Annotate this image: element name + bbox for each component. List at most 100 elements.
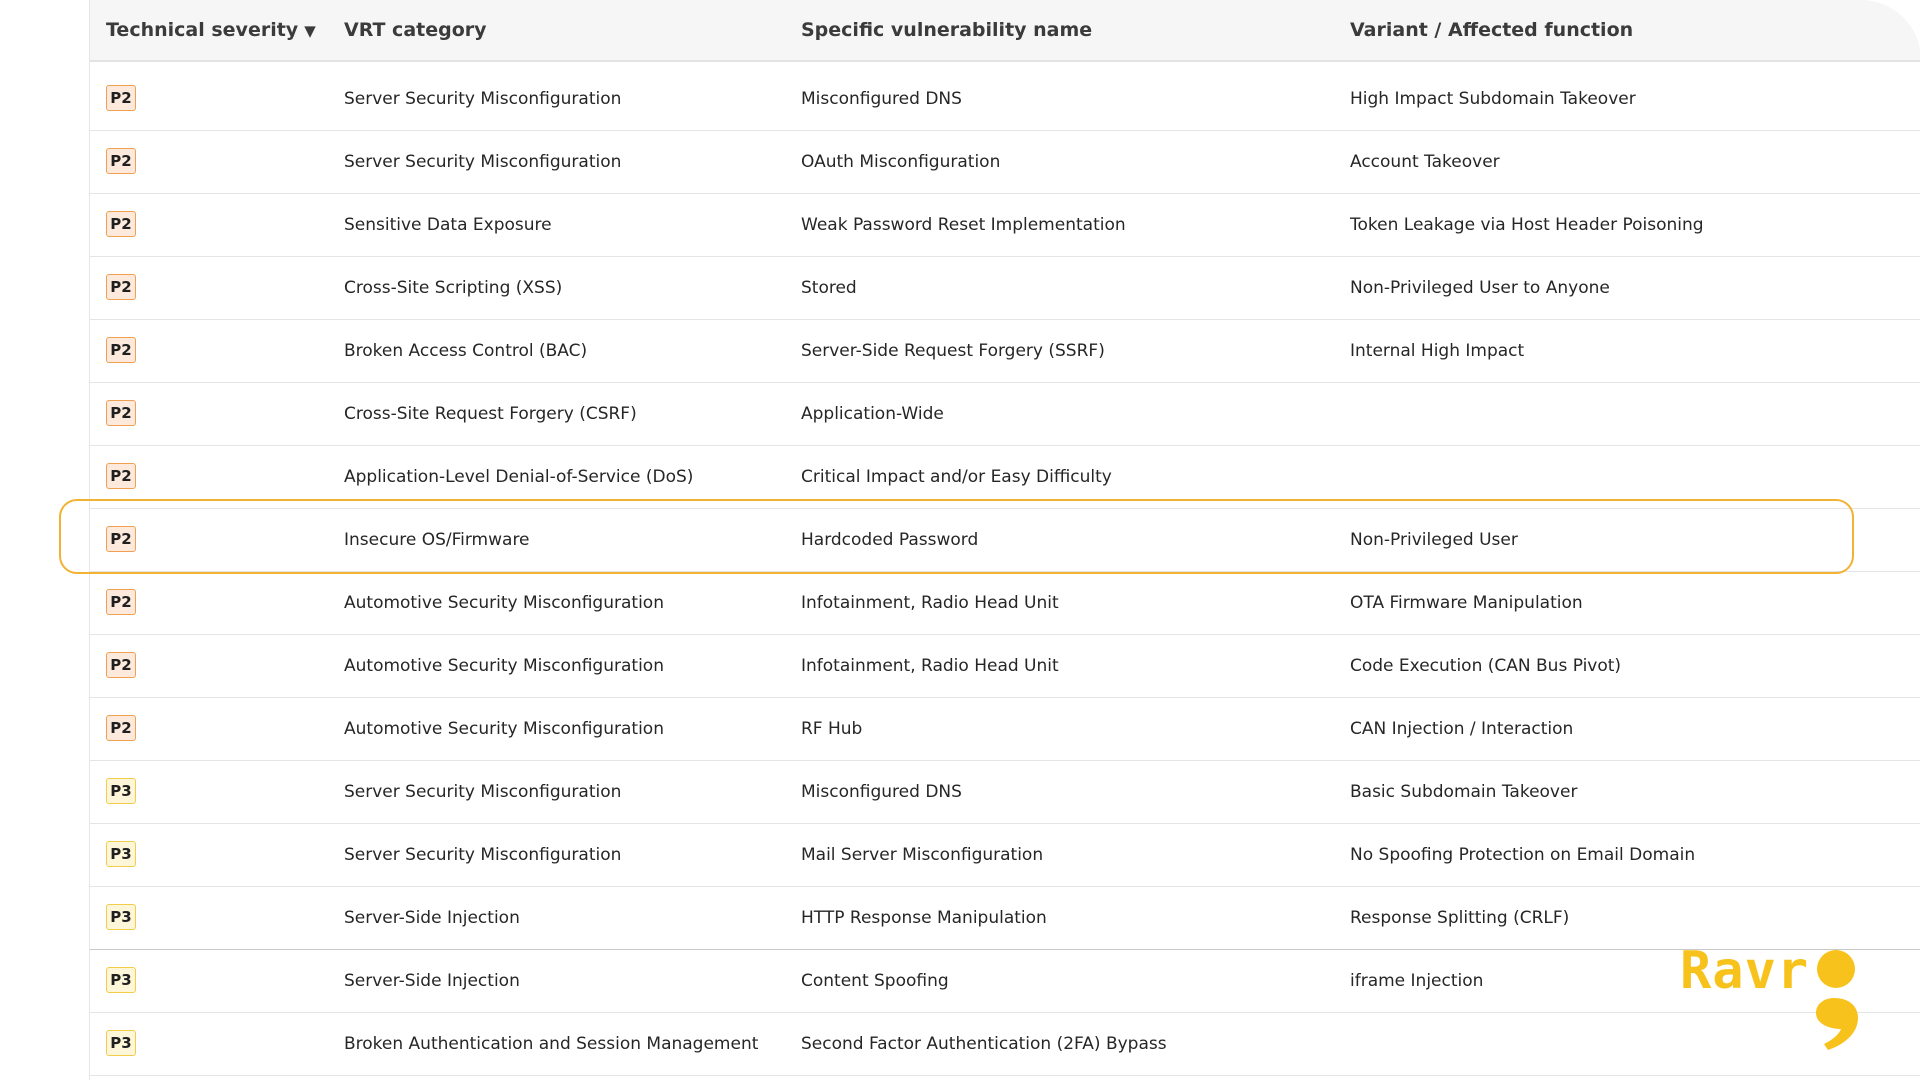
table-row[interactable]: P2 Server Security Misconfiguration OAuth … [90, 131, 1920, 194]
ravro-logo: Ravr [1680, 942, 1870, 1052]
variant-cell: Non-Privileged User to Anyone [1350, 278, 1610, 298]
logo-text: Ravr [1680, 941, 1810, 1001]
table-row[interactable]: P3 Server Security Misconfiguration Miscon… [90, 761, 1920, 824]
severity-cell: P2 [106, 383, 136, 445]
table-body: P2 Server Security Misconfiguration Miscon… [90, 68, 1920, 1076]
severity-badge: P2 [106, 588, 136, 615]
table-row[interactable]: P2 Cross-Site Scripting (XSS) Stored Non-Pr… [90, 257, 1920, 320]
severity-badge: P2 [106, 462, 136, 489]
variant-cell: Internal High Impact [1350, 341, 1525, 361]
severity-cell: P3 [106, 824, 136, 886]
severity-cell: P3 [106, 950, 136, 1012]
vulnerability-name-cell: Critical Impact and/or Easy Difficulty [801, 467, 1112, 487]
category-cell: Broken Authentication and Session Manage… [344, 1034, 759, 1054]
severity-cell: P2 [106, 194, 136, 256]
table-row[interactable]: P3 Server-Side Injection Content Spoofing i… [90, 950, 1920, 1013]
table-row[interactable]: P2 Broken Access Control (BAC) Server-Side… [90, 320, 1920, 383]
category-cell: Application-Level Denial-of-Service (DoS… [344, 467, 694, 487]
severity-badge: P3 [106, 777, 136, 804]
variant-cell: Token Leakage via Host Header Poisoning [1350, 215, 1704, 235]
vulnerability-name-cell: Misconfigured DNS [801, 782, 962, 802]
header-severity-label: Technical severity [106, 19, 299, 41]
severity-badge: P2 [106, 651, 136, 678]
variant-cell: Response Splitting (CRLF) [1350, 908, 1570, 928]
severity-badge: P2 [106, 399, 136, 426]
variant-cell: CAN Injection / Interaction [1350, 719, 1574, 739]
severity-badge: P2 [106, 84, 136, 111]
vulnerability-name-cell: Second Factor Authentication (2FA) Bypas… [801, 1034, 1167, 1054]
variant-cell: High Impact Subdomain Takeover [1350, 89, 1636, 109]
category-cell: Cross-Site Scripting (XSS) [344, 278, 563, 298]
category-cell: Server-Side Injection [344, 908, 520, 928]
severity-badge: P2 [106, 336, 136, 363]
variant-cell: Account Takeover [1350, 152, 1500, 172]
table-row[interactable]: P2 Server Security Misconfiguration Miscon… [90, 68, 1920, 131]
category-cell: Server Security Misconfiguration [344, 152, 622, 172]
severity-badge: P2 [106, 273, 136, 300]
table-row[interactable]: P2 Automotive Security Misconfiguration In… [90, 635, 1920, 698]
table-row[interactable]: P3 Server Security Misconfiguration Mail S… [90, 824, 1920, 887]
severity-badge: P3 [106, 840, 136, 867]
vulnerability-name-cell: HTTP Response Manipulation [801, 908, 1047, 928]
vulnerability-name-cell: Stored [801, 278, 857, 298]
vulnerability-name-cell: Infotainment, Radio Head Unit [801, 656, 1059, 676]
severity-cell: P2 [106, 68, 136, 130]
table-row[interactable]: P2 Automotive Security Misconfiguration RF… [90, 698, 1920, 761]
severity-cell: P2 [106, 320, 136, 382]
severity-cell: P2 [106, 131, 136, 193]
category-cell: Sensitive Data Exposure [344, 215, 552, 235]
table-row[interactable]: P2 Cross-Site Request Forgery (CSRF) Appli… [90, 383, 1920, 446]
category-cell: Cross-Site Request Forgery (CSRF) [344, 404, 637, 424]
severity-badge: P2 [106, 210, 136, 237]
vulnerability-name-cell: Infotainment, Radio Head Unit [801, 593, 1059, 613]
severity-cell: P2 [106, 698, 136, 760]
table-row[interactable]: P2 Insecure OS/Firmware Hardcoded Password… [90, 509, 1920, 572]
severity-cell: P3 [106, 887, 136, 949]
severity-badge: P3 [106, 1029, 136, 1056]
category-cell: Server Security Misconfiguration [344, 782, 622, 802]
severity-badge: P3 [106, 966, 136, 993]
severity-badge: P3 [106, 903, 136, 930]
category-cell: Insecure OS/Firmware [344, 530, 530, 550]
table-row[interactable]: P2 Sensitive Data Exposure Weak Password R… [90, 194, 1920, 257]
header-category[interactable]: VRT category [344, 0, 487, 60]
logo-comma-icon [1816, 998, 1858, 1050]
vulnerability-name-cell: RF Hub [801, 719, 863, 739]
variant-cell: iframe Injection [1350, 971, 1484, 991]
category-cell: Broken Access Control (BAC) [344, 341, 588, 361]
category-cell: Automotive Security Misconfiguration [344, 656, 664, 676]
severity-cell: P2 [106, 446, 136, 508]
table-row[interactable]: P2 Application-Level Denial-of-Service (D… [90, 446, 1920, 509]
vulnerability-name-cell: Hardcoded Password [801, 530, 979, 550]
table-row[interactable]: P3 Broken Authentication and Session Mana… [90, 1013, 1920, 1076]
vulnerability-name-cell: Misconfigured DNS [801, 89, 962, 109]
severity-cell: P2 [106, 509, 136, 571]
severity-cell: P2 [106, 257, 136, 319]
vulnerability-name-cell: Application-Wide [801, 404, 944, 424]
vulnerability-name-cell: OAuth Misconfiguration [801, 152, 1001, 172]
variant-cell: Code Execution (CAN Bus Pivot) [1350, 656, 1622, 676]
severity-badge: P2 [106, 525, 136, 552]
header-variant[interactable]: Variant / Affected function [1350, 0, 1633, 60]
variant-cell: Non-Privileged User [1350, 530, 1518, 550]
table-row[interactable]: P2 Automotive Security Misconfiguration In… [90, 572, 1920, 635]
variant-cell: OTA Firmware Manipulation [1350, 593, 1583, 613]
sort-desc-icon[interactable]: ▼ [304, 1, 316, 61]
category-cell: Server Security Misconfiguration [344, 845, 622, 865]
header-severity[interactable]: Technical severity ▼ [106, 0, 316, 60]
category-cell: Server-Side Injection [344, 971, 520, 991]
header-name[interactable]: Specific vulnerability name [801, 0, 1092, 60]
severity-cell: P3 [106, 1013, 136, 1075]
severity-cell: P3 [106, 761, 136, 823]
category-cell: Automotive Security Misconfiguration [344, 719, 664, 739]
vulnerability-name-cell: Mail Server Misconfiguration [801, 845, 1044, 865]
table-row[interactable]: P3 Server-Side Injection HTTP Response Man… [90, 887, 1920, 950]
vulnerability-name-cell: Weak Password Reset Implementation [801, 215, 1126, 235]
vrt-table: Technical severity ▼ VRT category Specifi… [89, 0, 1920, 1080]
table-header: Technical severity ▼ VRT category Specifi… [90, 0, 1920, 62]
vulnerability-name-cell: Server-Side Request Forgery (SSRF) [801, 341, 1105, 361]
severity-cell: P2 [106, 635, 136, 697]
severity-cell: P2 [106, 572, 136, 634]
logo-dot-icon [1817, 950, 1855, 988]
category-cell: Automotive Security Misconfiguration [344, 593, 664, 613]
